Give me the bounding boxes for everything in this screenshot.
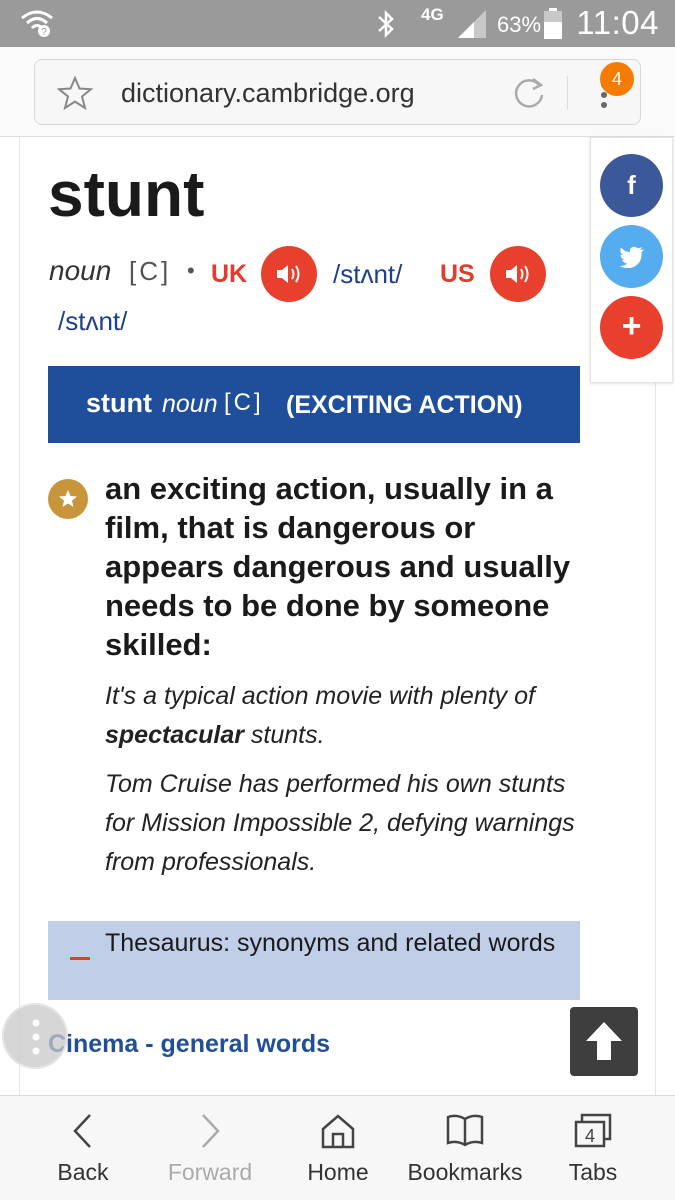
- sense-headword: stunt: [86, 388, 152, 418]
- guideword: (EXCITING ACTION): [286, 391, 523, 419]
- forward-arrow-icon: [202, 1114, 220, 1148]
- example-sentence: It's a typical action movie with plenty …: [105, 677, 585, 755]
- page-content: stunt noun [C] • UK /stʌnt/ US /stʌnt/ s…: [0, 137, 675, 1095]
- bullet: •: [187, 258, 195, 283]
- sense-pos: noun: [162, 390, 218, 418]
- uk-audio-button[interactable]: [261, 246, 317, 302]
- scroll-to-top-button[interactable]: [570, 1007, 638, 1076]
- tab-count-badge[interactable]: 4: [600, 62, 634, 96]
- example-highlight: spectacular: [105, 721, 244, 749]
- arrow-up-icon: [586, 1022, 622, 1060]
- star-glyph-icon: [59, 490, 77, 507]
- battery-icon: [544, 8, 562, 39]
- network-type: 4G: [421, 5, 444, 24]
- share-panel: f +: [590, 137, 673, 383]
- part-of-speech: noun: [49, 255, 112, 286]
- star-icon: [48, 479, 88, 519]
- twitter-share-button[interactable]: [600, 225, 663, 288]
- tabs-label: Tabs: [568, 1159, 618, 1185]
- clock: 11:04: [576, 4, 659, 41]
- bottom-navigation: Back Forward Home Bookmarks 4 Tabs: [0, 1095, 675, 1200]
- sense-grammar: [C]: [224, 389, 264, 416]
- page-border: [19, 137, 20, 1095]
- example-text: stunts.: [243, 721, 325, 749]
- definition: an exciting action, usually in a film, t…: [105, 471, 571, 662]
- home-icon: [321, 1114, 355, 1149]
- facebook-share-button[interactable]: f: [600, 154, 663, 217]
- floating-menu-button[interactable]: [2, 1003, 68, 1069]
- vertical-dots-icon: [32, 1019, 40, 1055]
- example-text: It's a typical action movie with plenty …: [105, 682, 535, 710]
- forward-button[interactable]: Forward: [157, 1096, 263, 1201]
- back-button[interactable]: Back: [40, 1096, 126, 1201]
- example-text: Tom Cruise has performed his own stunts …: [105, 770, 575, 876]
- home-label: Home: [307, 1159, 369, 1185]
- speaker-icon: [506, 265, 529, 283]
- tabs-icon: 4: [574, 1113, 612, 1148]
- tabs-count: 4: [585, 1126, 595, 1146]
- forward-label: Forward: [167, 1159, 253, 1185]
- us-label: US: [440, 260, 475, 288]
- battery-percent: 63%: [497, 12, 542, 37]
- tabs-button[interactable]: 4 Tabs: [556, 1096, 630, 1201]
- thesaurus-toggle[interactable]: Thesaurus: synonyms and related words: [48, 921, 580, 1000]
- back-label: Back: [57, 1159, 109, 1185]
- us-ipa: /stʌnt/: [58, 306, 128, 336]
- address-bar[interactable]: dictionary.cambridge.org: [34, 59, 641, 125]
- reload-icon[interactable]: [511, 75, 547, 111]
- sense-header: stunt noun [C] (EXCITING ACTION): [48, 366, 580, 443]
- svg-text:?: ?: [41, 27, 47, 38]
- divider: [567, 76, 568, 110]
- browser-toolbar: dictionary.cambridge.org: [0, 47, 675, 137]
- uk-label: UK: [211, 260, 248, 288]
- thesaurus-label: Thesaurus: synonyms and related words: [105, 929, 556, 957]
- headword: stunt: [48, 158, 205, 230]
- home-button[interactable]: Home: [297, 1096, 379, 1201]
- wifi-icon: ?: [21, 10, 53, 38]
- bookmarks-book-icon: [446, 1114, 484, 1147]
- us-audio-button[interactable]: [490, 246, 546, 302]
- url-text[interactable]: dictionary.cambridge.org: [121, 78, 415, 109]
- bookmark-star-icon[interactable]: [57, 76, 93, 110]
- bookmarks-button[interactable]: Bookmarks: [400, 1096, 530, 1201]
- status-bar: ? 4G 63% 11:04: [0, 0, 675, 47]
- example-sentence: Tom Cruise has performed his own stunts …: [105, 765, 585, 882]
- signal-icon: [458, 10, 486, 38]
- more-share-button[interactable]: +: [600, 296, 663, 359]
- bluetooth-icon: [378, 9, 394, 39]
- collapse-icon: [70, 957, 90, 960]
- topic-link[interactable]: Cinema - general words: [48, 1030, 330, 1059]
- speaker-icon: [277, 265, 300, 283]
- grammar-code: [C]: [129, 256, 172, 286]
- bookmarks-label: Bookmarks: [407, 1159, 523, 1185]
- back-arrow-icon: [73, 1114, 91, 1148]
- twitter-icon: [619, 246, 644, 268]
- uk-ipa: /stʌnt/: [333, 259, 403, 289]
